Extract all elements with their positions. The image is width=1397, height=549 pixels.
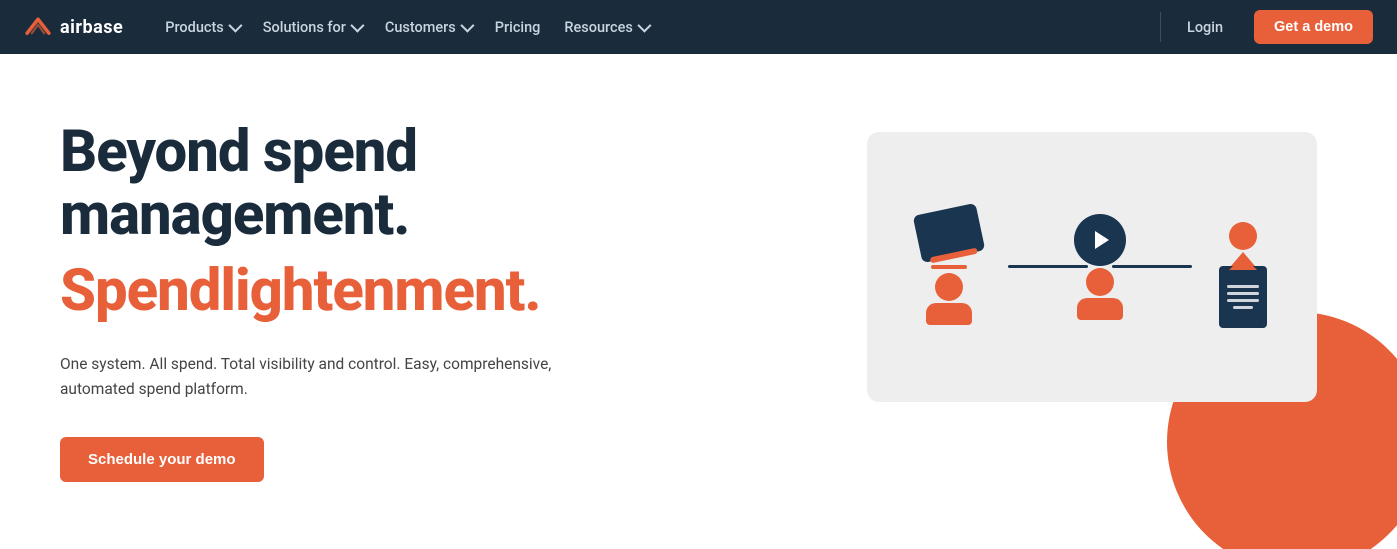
figure-play (1074, 214, 1126, 320)
document-icon (1219, 266, 1267, 328)
illustration-card (867, 132, 1317, 402)
navbar: airbase Products Solutions for Customers… (0, 0, 1397, 54)
chevron-down-icon (637, 19, 651, 33)
chevron-down-icon (460, 19, 474, 33)
credit-card-icon (913, 202, 986, 262)
logo-icon (24, 16, 52, 38)
hero-subtitle: Spendlightenment. (60, 260, 580, 324)
figure-document (1219, 206, 1267, 328)
person-body-1 (926, 303, 972, 325)
get-demo-button[interactable]: Get a demo (1254, 10, 1373, 44)
hero-content: Beyond spend management. Spendlightenmen… (60, 121, 580, 483)
nav-item-products[interactable]: Products (155, 13, 249, 42)
hero-description: One system. All spend. Total visibility … (60, 352, 580, 402)
nav-divider (1160, 12, 1161, 42)
login-button[interactable]: Login (1177, 13, 1238, 42)
hero-section: Beyond spend management. Spendlightenmen… (0, 54, 1397, 549)
chevron-down-icon (228, 19, 242, 33)
logo-link[interactable]: airbase (24, 16, 123, 38)
nav-right: Login Get a demo (1160, 10, 1373, 44)
chevron-down-icon (350, 19, 364, 33)
nav-item-pricing[interactable]: Pricing (485, 13, 551, 42)
nav-links: Products Solutions for Customers Pricing… (155, 13, 1160, 42)
nav-item-solutions[interactable]: Solutions for (253, 13, 371, 42)
logo-text: airbase (60, 17, 123, 38)
play-button-icon (1074, 214, 1126, 266)
connector (1022, 214, 1178, 320)
person-body-2 (1077, 298, 1123, 320)
nav-item-customers[interactable]: Customers (375, 13, 481, 42)
schedule-demo-button[interactable]: Schedule your demo (60, 437, 264, 482)
figure-card (917, 209, 981, 325)
hero-title: Beyond spend management. (60, 121, 580, 249)
nav-item-resources[interactable]: Resources (554, 13, 657, 42)
person-head-2 (1086, 268, 1114, 296)
person-head-1 (935, 273, 963, 301)
hero-visual (837, 112, 1397, 492)
person-head-3 (1229, 222, 1257, 250)
